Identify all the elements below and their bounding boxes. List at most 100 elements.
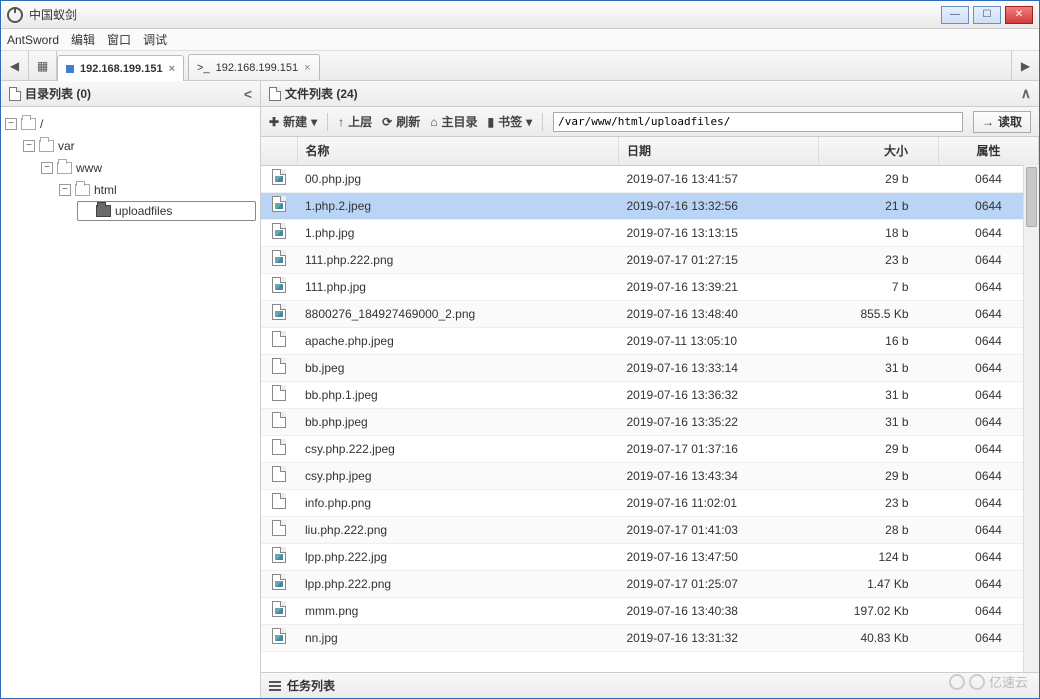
table-row[interactable]: bb.php.1.jpeg2019-07-16 13:36:3231 b0644 xyxy=(261,381,1039,408)
collapse-left-icon[interactable]: < xyxy=(244,86,252,102)
toggle-icon[interactable]: − xyxy=(41,162,53,174)
tree-html[interactable]: − html xyxy=(5,179,256,201)
cell-size: 7 b xyxy=(819,273,939,300)
table-row[interactable]: csy.php.jpeg2019-07-16 13:43:3429 b0644 xyxy=(261,462,1039,489)
tree-var[interactable]: − var xyxy=(5,135,256,157)
new-button[interactable]: ✚ 新建 ▾ xyxy=(269,113,317,130)
cell-size: 197.02 Kb xyxy=(819,597,939,624)
cell-date: 2019-07-16 13:13:15 xyxy=(619,219,819,246)
cell-size: 23 b xyxy=(819,489,939,516)
table-row[interactable]: 1.php.2.jpeg2019-07-16 13:32:5621 b0644 xyxy=(261,192,1039,219)
tree-root[interactable]: − / xyxy=(5,113,256,135)
toggle-icon[interactable]: − xyxy=(59,184,71,196)
tree-www[interactable]: − www xyxy=(5,157,256,179)
table-row[interactable]: bb.jpeg2019-07-16 13:33:1431 b0644 xyxy=(261,354,1039,381)
close-icon[interactable]: × xyxy=(169,63,175,75)
col-name[interactable]: 名称 xyxy=(297,137,619,165)
file-icon xyxy=(272,493,286,509)
cell-name: 8800276_184927469000_2.png xyxy=(297,300,619,327)
cell-date: 2019-07-16 13:48:40 xyxy=(619,300,819,327)
table-row[interactable]: csy.php.222.jpeg2019-07-17 01:37:1629 b0… xyxy=(261,435,1039,462)
cell-name: mmm.png xyxy=(297,597,619,624)
col-size[interactable]: 大小 xyxy=(819,137,939,165)
cell-date: 2019-07-17 01:25:07 xyxy=(619,570,819,597)
table-row[interactable]: lpp.php.222.png2019-07-17 01:25:071.47 K… xyxy=(261,570,1039,597)
tree-label: var xyxy=(58,139,75,153)
window-controls: — ☐ ✕ xyxy=(941,6,1033,24)
tab-scroll-right[interactable]: ▶ xyxy=(1011,51,1039,80)
tab-scroll-left[interactable]: ◀ xyxy=(1,51,29,80)
scrollbar-thumb[interactable] xyxy=(1026,167,1037,227)
menu-antsword[interactable]: AntSword xyxy=(7,33,59,47)
page-icon xyxy=(9,87,21,101)
menu-window[interactable]: 窗口 xyxy=(107,31,131,48)
col-date[interactable]: 日期 xyxy=(619,137,819,165)
table-row[interactable]: liu.php.222.png2019-07-17 01:41:0328 b06… xyxy=(261,516,1039,543)
close-button[interactable]: ✕ xyxy=(1005,6,1033,24)
file-table: 名称 日期 大小 属性 00.php.jpg2019-07-16 13:41:5… xyxy=(261,137,1039,652)
cell-name: 1.php.2.jpeg xyxy=(297,192,619,219)
table-row[interactable]: lpp.php.222.jpg2019-07-16 13:47:50124 b0… xyxy=(261,543,1039,570)
tabbar: ◀ ▦ 192.168.199.151 × >_ 192.168.199.151… xyxy=(1,51,1039,81)
toggle-icon[interactable]: − xyxy=(5,118,17,130)
file-icon xyxy=(272,574,286,590)
read-button[interactable]: → 读取 xyxy=(973,111,1031,133)
cell-size: 16 b xyxy=(819,327,939,354)
file-icon xyxy=(272,466,286,482)
menu-edit[interactable]: 编辑 xyxy=(71,31,95,48)
table-row[interactable]: apache.php.jpeg2019-07-11 13:05:1016 b06… xyxy=(261,327,1039,354)
col-attr[interactable]: 属性 xyxy=(939,137,1039,165)
table-row[interactable]: 00.php.jpg2019-07-16 13:41:5729 b0644 xyxy=(261,165,1039,192)
table-row[interactable]: 8800276_184927469000_2.png2019-07-16 13:… xyxy=(261,300,1039,327)
tab-terminal[interactable]: >_ 192.168.199.151 × xyxy=(188,54,320,80)
sidebar-title: 目录列表 (0) xyxy=(25,85,91,102)
tree-label: html xyxy=(94,183,117,197)
menu-debug[interactable]: 调试 xyxy=(143,31,167,48)
table-header-row: 名称 日期 大小 属性 xyxy=(261,137,1039,165)
table-row[interactable]: mmm.png2019-07-16 13:40:38197.02 Kb0644 xyxy=(261,597,1039,624)
app-window: 中国蚁剑 — ☐ ✕ AntSword 编辑 窗口 调试 ◀ ▦ 192.168… xyxy=(0,0,1040,699)
toggle-icon[interactable]: − xyxy=(23,140,35,152)
cell-name: 111.php.jpg xyxy=(297,273,619,300)
file-icon xyxy=(272,196,286,212)
maximize-button[interactable]: ☐ xyxy=(973,6,1001,24)
refresh-button[interactable]: ⟳ 刷新 xyxy=(382,113,420,130)
directory-tree: − / − var − www − html xyxy=(1,107,260,698)
home-icon: ⌂ xyxy=(430,115,437,129)
table-row[interactable]: bb.php.jpeg2019-07-16 13:35:2231 b0644 xyxy=(261,408,1039,435)
cell-size: 31 b xyxy=(819,408,939,435)
tab-grid-button[interactable]: ▦ xyxy=(29,51,57,80)
cell-name: lpp.php.222.jpg xyxy=(297,543,619,570)
page-icon xyxy=(269,87,281,101)
file-icon xyxy=(272,439,286,455)
table-row[interactable]: nn.jpg2019-07-16 13:31:3240.83 Kb0644 xyxy=(261,624,1039,651)
bookmark-button[interactable]: ▮ 书签 ▾ xyxy=(487,113,532,130)
up-button[interactable]: ↑ 上层 xyxy=(338,113,372,130)
table-row[interactable]: 111.php.jpg2019-07-16 13:39:217 b0644 xyxy=(261,273,1039,300)
close-icon[interactable]: × xyxy=(304,62,310,74)
tree-label: / xyxy=(40,117,43,131)
tasklist-header[interactable]: 任务列表 xyxy=(261,672,1039,698)
path-input[interactable] xyxy=(553,112,963,132)
tab-label: 192.168.199.151 xyxy=(80,63,163,75)
cell-date: 2019-07-16 13:41:57 xyxy=(619,165,819,192)
table-row[interactable]: 111.php.222.png2019-07-17 01:27:1523 b06… xyxy=(261,246,1039,273)
app-icon xyxy=(7,7,23,23)
scrollbar[interactable] xyxy=(1023,165,1039,672)
col-icon[interactable] xyxy=(261,137,297,165)
file-icon xyxy=(272,520,286,536)
tree-label: uploadfiles xyxy=(115,204,172,218)
bookmark-icon: ▮ xyxy=(487,115,494,129)
minimize-button[interactable]: — xyxy=(941,6,969,24)
tab-filemgr[interactable]: 192.168.199.151 × xyxy=(57,55,184,81)
cell-name: info.php.png xyxy=(297,489,619,516)
table-row[interactable]: info.php.png2019-07-16 11:02:0123 b0644 xyxy=(261,489,1039,516)
tree-uploadfiles[interactable]: uploadfiles xyxy=(77,201,256,221)
home-button[interactable]: ⌂ 主目录 xyxy=(430,113,477,130)
file-icon xyxy=(272,385,286,401)
sidebar-header: 目录列表 (0) < xyxy=(1,81,260,107)
table-row[interactable]: 1.php.jpg2019-07-16 13:13:1518 b0644 xyxy=(261,219,1039,246)
titlebar: 中国蚁剑 — ☐ ✕ xyxy=(1,1,1039,29)
expand-up-icon[interactable]: ∧ xyxy=(1021,85,1031,102)
sidebar: 目录列表 (0) < − / − var − www xyxy=(1,81,261,698)
